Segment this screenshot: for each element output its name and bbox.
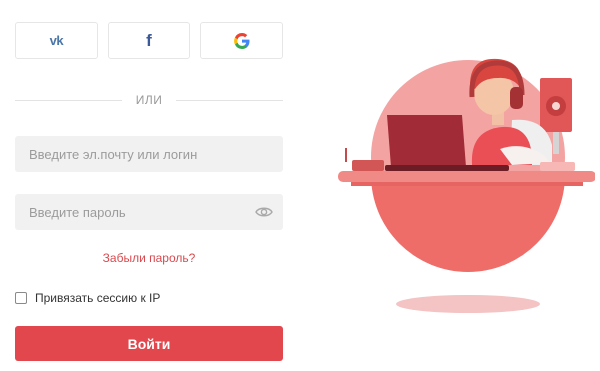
password-field xyxy=(15,194,283,230)
google-login-button[interactable] xyxy=(200,22,284,59)
router-icon xyxy=(352,160,384,171)
divider-text: ИЛИ xyxy=(135,93,163,107)
vk-login-button[interactable]: vk xyxy=(15,22,98,59)
eye-icon[interactable] xyxy=(255,204,273,220)
facebook-icon: f xyxy=(146,30,152,50)
bind-session-label[interactable]: Привязать сессию к IP xyxy=(35,291,160,305)
or-divider: ИЛИ xyxy=(15,90,283,110)
headphones-icon xyxy=(510,87,523,109)
login-input[interactable] xyxy=(15,136,283,172)
divider-line-left xyxy=(15,99,122,101)
desk xyxy=(338,171,595,182)
forgot-password-link[interactable]: Забыли пароль? xyxy=(15,251,283,265)
social-login-row: vk f xyxy=(15,22,284,59)
divider-line-right xyxy=(176,99,283,101)
google-icon xyxy=(233,32,250,49)
bind-session-row: Привязать сессию к IP xyxy=(15,290,160,306)
bind-session-checkbox[interactable] xyxy=(15,292,27,304)
login-page: vk f ИЛИ Забыли пароль? Привяза xyxy=(0,0,600,371)
floor-shadow xyxy=(396,295,540,313)
person-at-laptop-illustration xyxy=(338,58,595,313)
vk-icon: vk xyxy=(49,33,64,48)
circle-lower-half xyxy=(371,175,565,272)
password-input[interactable] xyxy=(15,194,283,230)
login-submit-button[interactable]: Войти xyxy=(15,326,283,361)
laptop-icon xyxy=(387,115,466,167)
facebook-login-button[interactable]: f xyxy=(107,22,191,59)
login-field xyxy=(15,136,283,172)
